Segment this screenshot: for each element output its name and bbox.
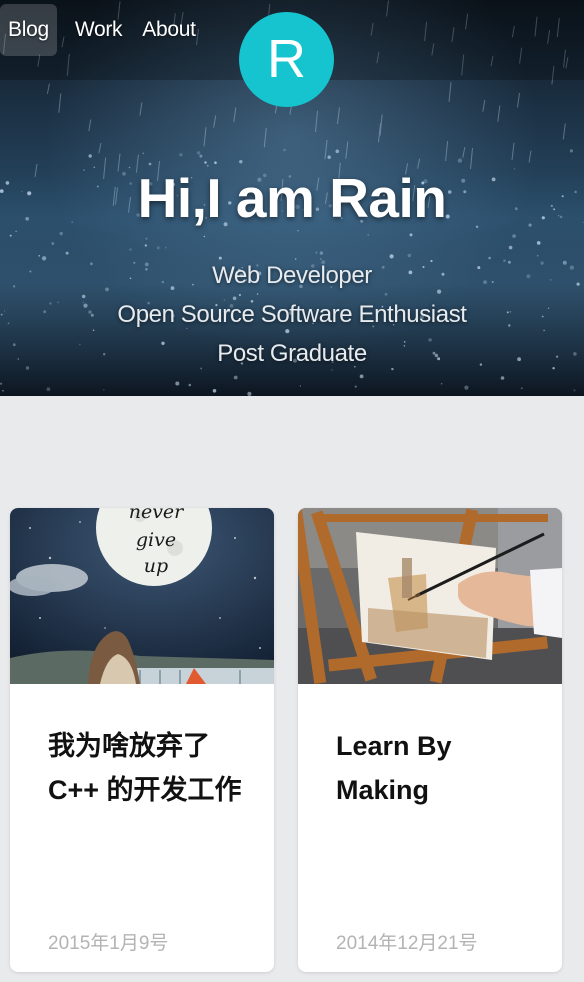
cover-word-1: never [129,508,185,523]
cover-word-2: give [136,529,176,551]
subtitle-line-oss: Open Source Software Enthusiast [117,301,467,328]
subtitle-line-education: Post Graduate [217,340,367,367]
post-title[interactable]: 我为啥放弃了C++ 的开发工作 [48,724,244,812]
hero-banner: Blog Work About R Hi,I am Rain Web Devel… [0,0,584,396]
subtitle-line-role: Web Developer [212,262,372,289]
cover-word-3: up [144,555,168,577]
hero-subtitle: Web Developer Open Source Software Enthu… [0,256,584,373]
post-card[interactable]: never give up 我为啥放弃了C++ 的开发工作 2015年1月9号 [10,508,274,972]
top-nav: Blog Work About [0,4,202,56]
avatar[interactable]: R [239,12,334,107]
post-title[interactable]: Learn By Making [336,724,532,812]
hero-title: Hi,I am Rain [137,167,447,229]
post-cover-image: never give up [10,508,274,684]
post-date: 2014年12月21号 [336,933,478,954]
nav-blog[interactable]: Blog [0,4,57,56]
nav-work[interactable]: Work [69,4,128,56]
post-date: 2015年1月9号 [48,933,169,954]
nav-about[interactable]: About [136,4,201,56]
post-cover-image [298,508,562,684]
post-card[interactable]: Learn By Making 2014年12月21号 [298,508,562,972]
